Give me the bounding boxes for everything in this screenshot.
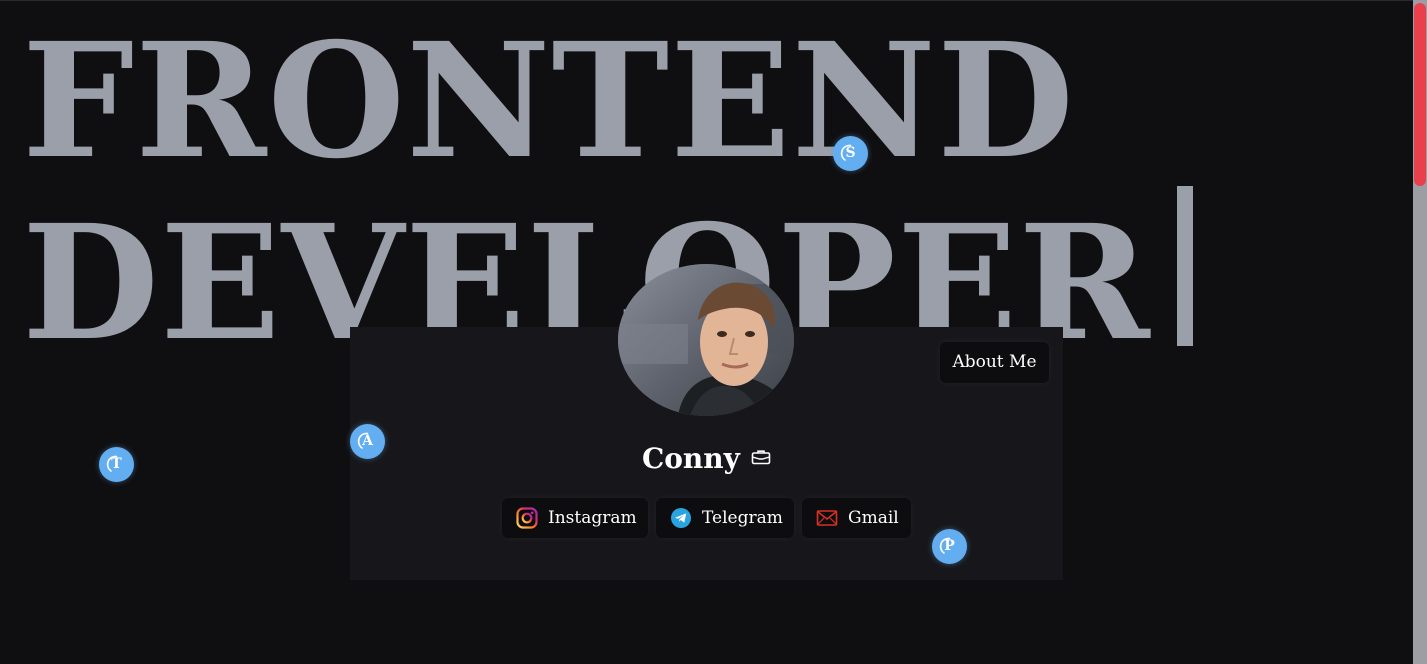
bubble-t-label: T (111, 456, 122, 472)
skill-bubble-a[interactable]: A (350, 424, 385, 459)
skill-bubble-t[interactable]: T (99, 447, 134, 482)
instagram-label: Instagram (548, 508, 637, 528)
gmail-icon (816, 510, 838, 526)
hero-line-1: FRONTEND (22, 9, 1075, 194)
instagram-button[interactable]: Instagram (502, 498, 648, 538)
gmail-button[interactable]: Gmail (802, 498, 911, 538)
instagram-icon (516, 507, 538, 529)
hero-title: FRONTEND DEVELOPER (22, 9, 1193, 368)
page: FRONTEND DEVELOPER About Me Conny Instag… (0, 0, 1427, 664)
gmail-label: Gmail (848, 508, 899, 528)
social-links: Instagram Telegram Gmail (502, 498, 911, 538)
about-me-button[interactable]: About Me (940, 342, 1049, 383)
bubble-a-label: A (362, 433, 373, 449)
profile-name: Conny (641, 442, 740, 475)
profile-name-row: Conny (350, 442, 1063, 475)
scrollbar-thumb[interactable] (1414, 3, 1426, 186)
skill-bubble-p[interactable]: P (932, 529, 967, 564)
telegram-icon (671, 508, 691, 528)
telegram-label: Telegram (702, 508, 783, 528)
portrait-photo (618, 264, 794, 416)
scrollbar[interactable] (1413, 0, 1427, 664)
avatar (618, 264, 794, 416)
bubble-s-label: S (845, 145, 856, 161)
bubble-p-label: P (944, 538, 955, 554)
skill-bubble-s[interactable]: S (833, 136, 868, 171)
typing-cursor (1176, 186, 1193, 346)
telegram-button[interactable]: Telegram (656, 498, 794, 538)
top-border (0, 0, 1413, 1)
briefcase-icon (751, 449, 771, 464)
